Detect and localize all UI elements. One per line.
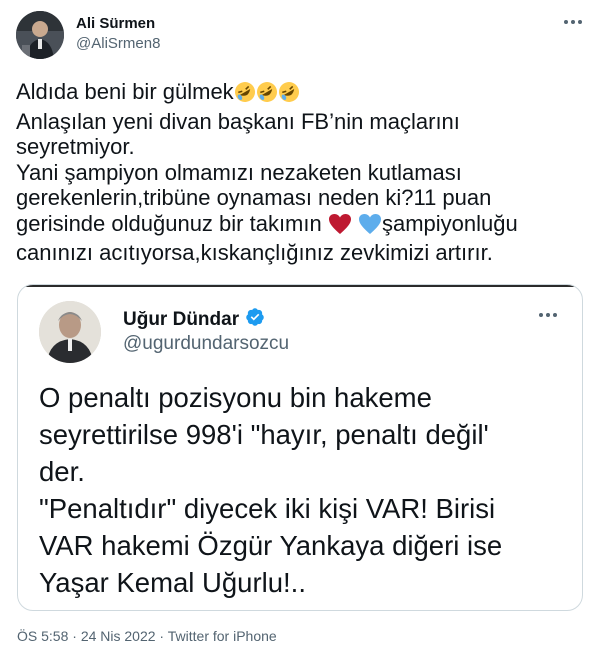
tweet-text-line: seyretmiyor. — [16, 134, 135, 159]
blue-heart-icon — [358, 213, 382, 241]
author-name[interactable]: Ali Sürmen — [76, 15, 155, 32]
rolling-on-floor-laughing-icon — [234, 81, 256, 109]
rolling-on-floor-laughing-icon — [278, 81, 300, 109]
quoted-text-line: der. — [39, 456, 85, 487]
tweet-source[interactable]: Twitter for iPhone — [168, 628, 277, 644]
verified-badge-icon — [245, 307, 265, 333]
rolling-on-floor-laughing-icon — [256, 81, 278, 109]
quoted-text-line: VAR hakemi Özgür Yankaya diğeri ise — [39, 530, 503, 561]
quoted-text-line: "Penaltıdır" diyecek iki kişi VAR! Biris… — [39, 493, 496, 524]
tweet-text-line: Yani şampiyon olmamızı nezaketen kutlama… — [16, 159, 462, 185]
quoted-more-options-icon[interactable] — [534, 305, 562, 325]
tweet-text-line: Aldıda beni bir gülmek — [16, 79, 586, 109]
red-heart-icon — [328, 213, 352, 241]
meta-separator: · — [68, 628, 81, 644]
tweet-time[interactable]: ÖS 5:58 — [17, 628, 68, 644]
more-options-icon[interactable] — [559, 12, 587, 32]
tweet: Ali Sürmen @AliSrmen8 Aldıda beni bir gü… — [0, 0, 601, 669]
tweet-meta: ÖS 5:58 · 24 Nis 2022 · Twitter for iPho… — [17, 628, 277, 644]
quoted-text-line: seyrettirilse 998'i "hayır, penaltı deği… — [39, 419, 489, 450]
meta-separator: · — [155, 628, 168, 644]
tweet-text-line: gerekenlerin,tribüne oynaması neden ki?1… — [16, 185, 492, 210]
author-avatar[interactable] — [16, 11, 64, 59]
quoted-tweet-text: O penaltı pozisyonu bin hakeme seyrettir… — [39, 379, 569, 601]
tweet-date[interactable]: 24 Nis 2022 — [81, 628, 156, 644]
quoted-author-name[interactable]: Uğur Dündar — [123, 307, 265, 333]
author-handle[interactable]: @AliSrmen8 — [76, 35, 160, 52]
quoted-tweet[interactable]: Uğur Dündar @ugurdundarsozcu O penaltı p… — [17, 284, 583, 611]
quoted-author-handle[interactable]: @ugurdundarsozcu — [123, 333, 289, 355]
quoted-author-avatar[interactable] — [39, 301, 101, 363]
quote-top-edge — [18, 285, 582, 287]
quoted-text-line: O penaltı pozisyonu bin hakeme — [39, 382, 432, 413]
tweet-text-line: gerisinde olduğunuz bir takımın şampiyon… — [16, 211, 586, 241]
tweet-text-line: Anlaşılan yeni divan başkanı FB’nin maçl… — [16, 108, 460, 134]
quoted-text-line: Yaşar Kemal Uğurlu!.. — [39, 567, 306, 598]
tweet-text-line: canınızı acıtıyorsa,kıskançlığınız zevki… — [16, 240, 493, 265]
tweet-text: Aldıda beni bir gülmek Anlaşılan yeni di… — [16, 79, 586, 266]
